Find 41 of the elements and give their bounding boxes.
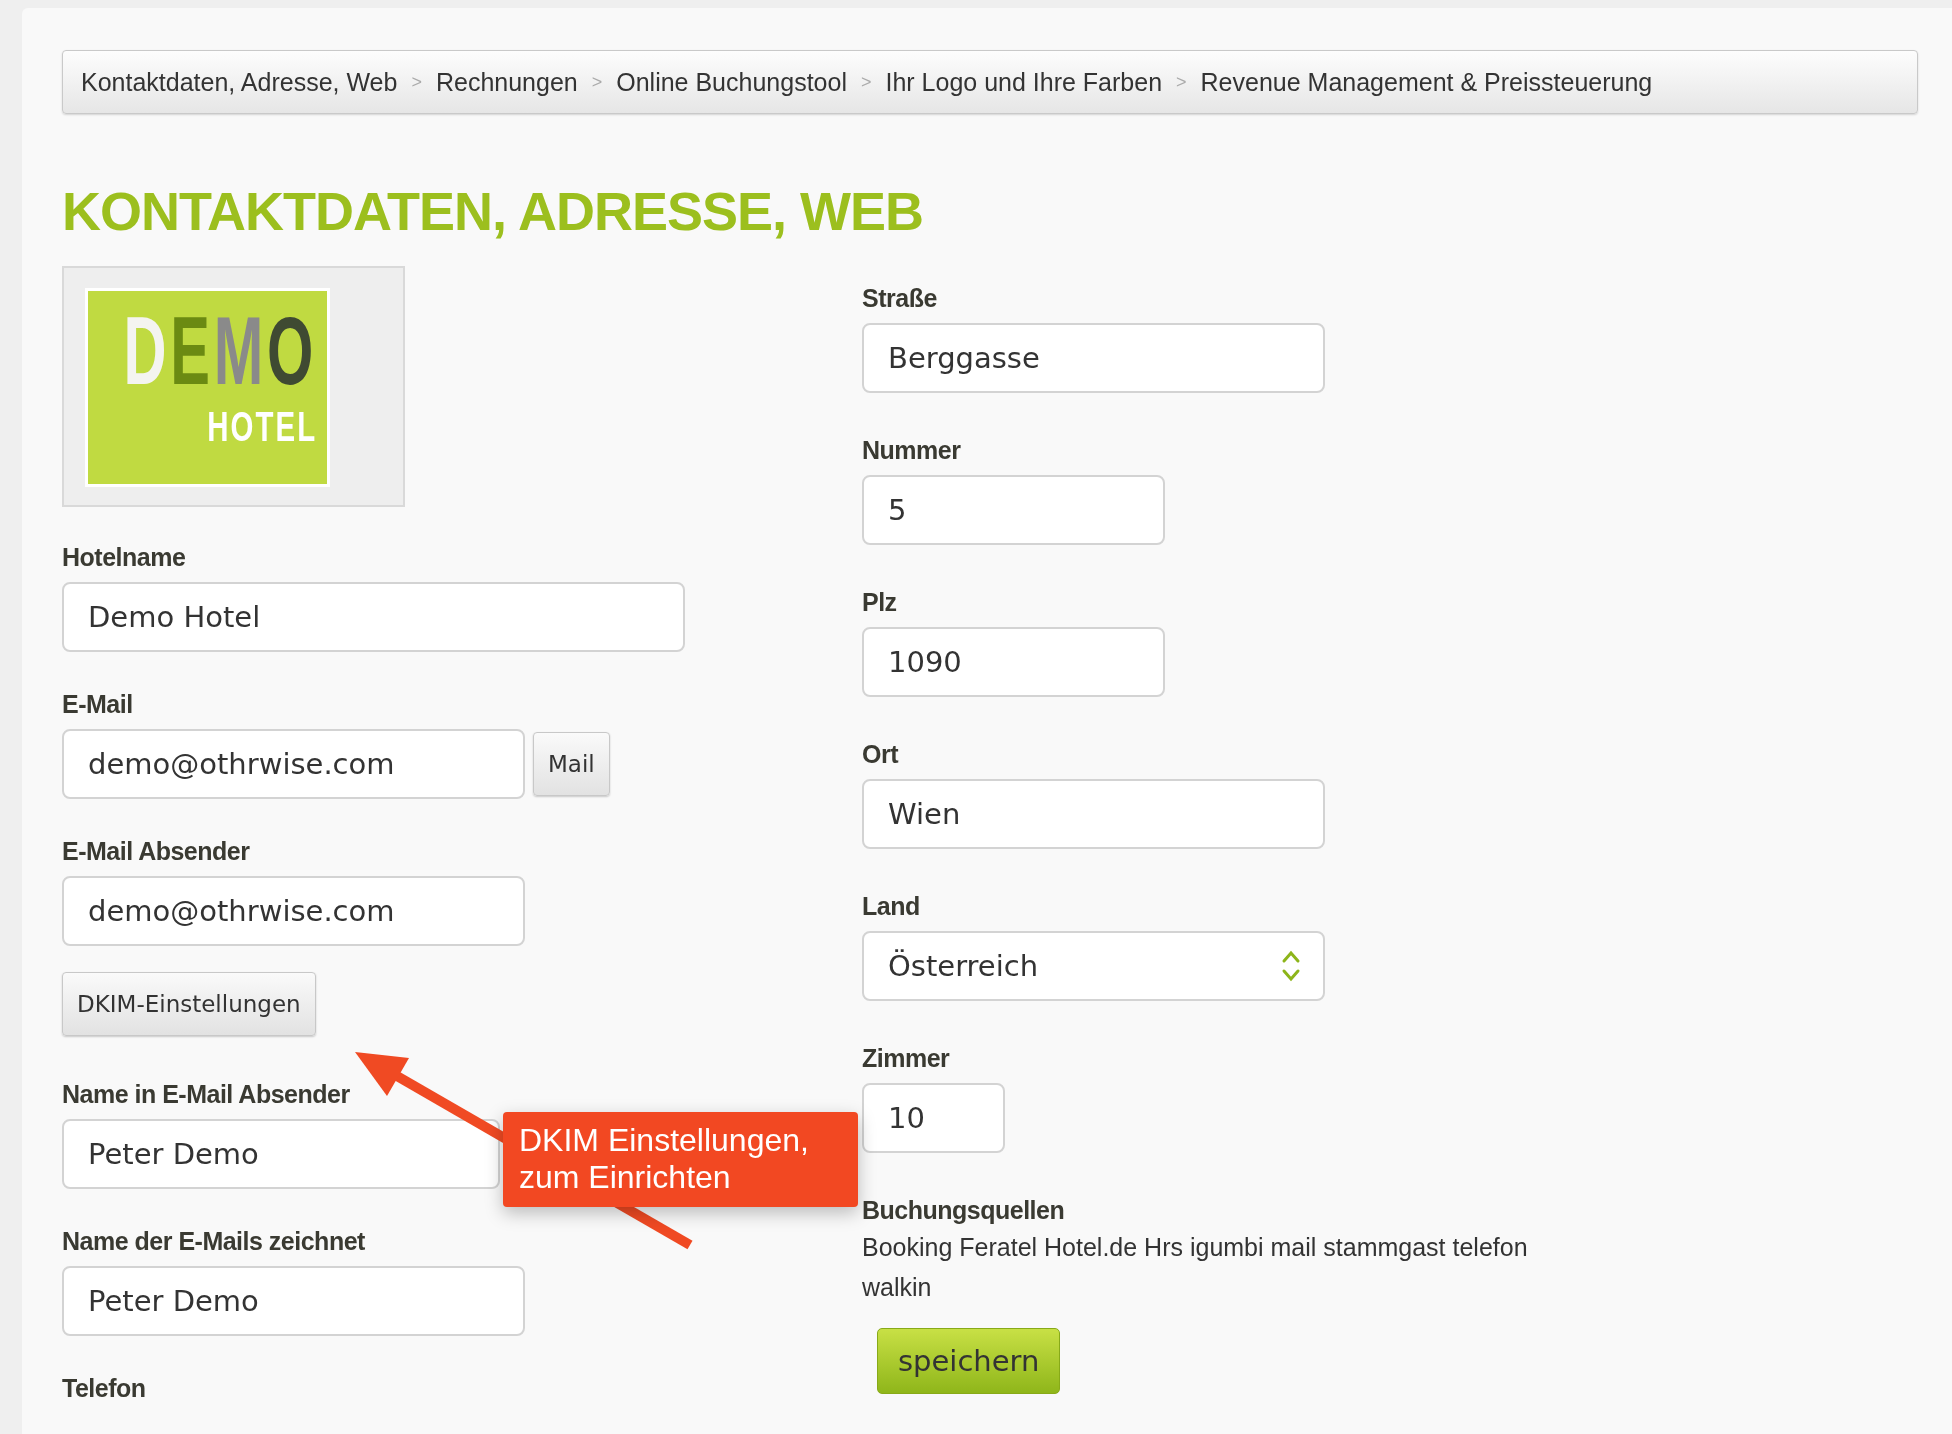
text-field[interactable]: demo@othrwise.com xyxy=(62,729,525,799)
dkim-button[interactable]: DKIM-Einstellungen xyxy=(62,972,316,1036)
breadcrumb-link[interactable]: Rechnungen xyxy=(435,67,578,97)
text-field[interactable]: Peter Demo xyxy=(62,1119,500,1189)
breadcrumb-link[interactable]: Kontaktdaten, Adresse, Web xyxy=(81,67,398,97)
field-label: E-Mail Absender xyxy=(62,837,250,866)
field-label: Nummer xyxy=(862,436,961,465)
country-select[interactable]: Österreich xyxy=(862,931,1325,1001)
text-field[interactable]: Berggasse xyxy=(862,323,1325,393)
hotel-logo: DEMO HOTEL xyxy=(85,288,330,487)
annotation-tooltip: DKIM Einstellungen, zum Einrichten xyxy=(503,1112,858,1207)
breadcrumb-link[interactable]: Revenue Management & Preissteuerung xyxy=(1200,67,1653,97)
breadcrumb-separator: > xyxy=(860,71,872,93)
save-button[interactable]: speichern xyxy=(877,1328,1061,1394)
text-field[interactable]: 10 xyxy=(862,1083,1005,1153)
breadcrumb-separator: > xyxy=(591,71,603,93)
field-label: Ort xyxy=(862,740,898,769)
text-field[interactable]: 1090 xyxy=(862,627,1165,697)
field-label: Name in E-Mail Absender xyxy=(62,1080,350,1109)
text-field[interactable]: Demo Hotel xyxy=(62,582,685,652)
field-label: Land xyxy=(862,892,920,921)
breadcrumb-link[interactable]: Online Buchungstool xyxy=(616,67,847,97)
breadcrumb-separator: > xyxy=(411,71,422,93)
text-field[interactable]: Wien xyxy=(862,779,1325,849)
text-field[interactable]: 5 xyxy=(862,475,1165,545)
booking-sources: Booking Feratel Hotel.de Hrs igumbi mail stammgast telefon walkin xyxy=(862,1232,1529,1303)
breadcrumb-separator: > xyxy=(1176,71,1187,93)
field-label: Telefon xyxy=(62,1374,146,1403)
mail-button[interactable]: Mail xyxy=(533,732,610,796)
field-label: Name der E-Mails zeichnet xyxy=(62,1227,365,1256)
text-field[interactable]: Peter Demo xyxy=(62,1266,525,1336)
field-label: Zimmer xyxy=(862,1044,950,1073)
chevron-icon xyxy=(1281,948,1301,984)
field-label: Straße xyxy=(862,284,937,313)
breadcrumb-link[interactable]: Ihr Logo und Ihre Farben xyxy=(885,67,1163,97)
field-label: Plz xyxy=(862,588,897,617)
page-heading: KONTAKTDATEN, ADRESSE, WEB xyxy=(62,184,924,238)
field-label: E-Mail xyxy=(62,690,133,719)
field-label: Buchungsquellen xyxy=(862,1196,1065,1225)
text-field[interactable]: demo@othrwise.com xyxy=(62,876,525,946)
field-label: Hotelname xyxy=(62,543,186,572)
